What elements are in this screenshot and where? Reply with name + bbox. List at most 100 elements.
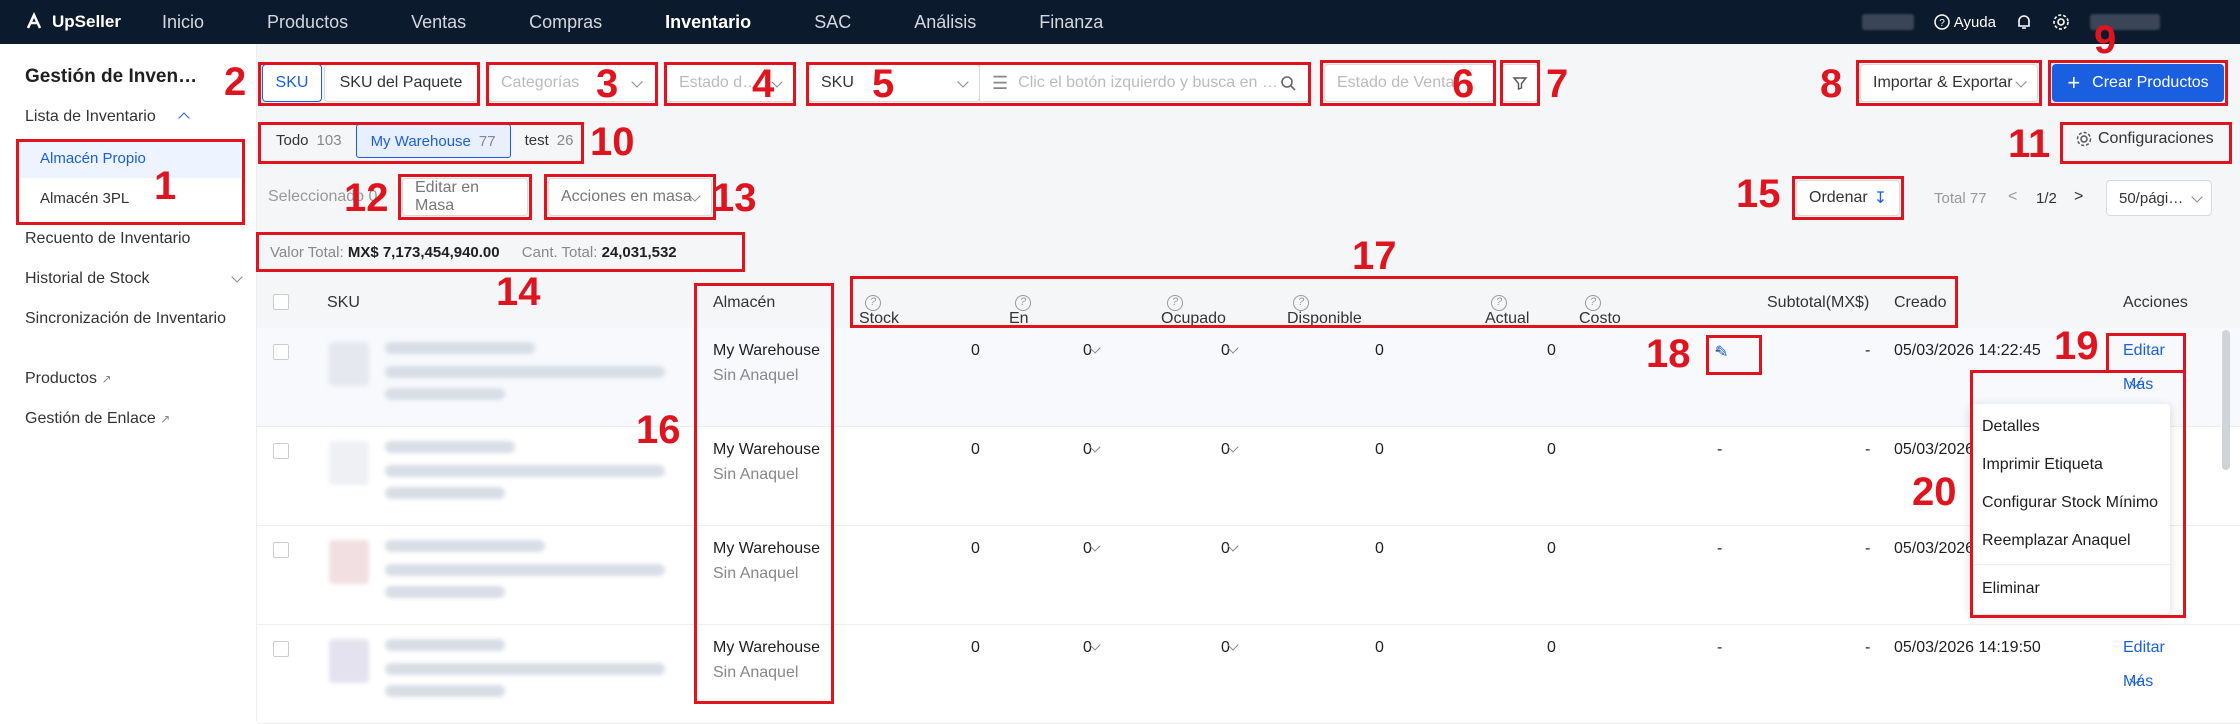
- package-sku-tab[interactable]: SKU del Paquete: [324, 64, 478, 102]
- annotation-number-14: 14: [496, 270, 541, 314]
- help-icon: ?: [1015, 294, 1031, 311]
- row-checkbox[interactable]: [273, 641, 289, 657]
- create-products-button[interactable]: + Crear Productos: [2052, 64, 2224, 102]
- sidebar-item-inventory-list[interactable]: Lista de Inventario: [25, 108, 190, 126]
- search-icon[interactable]: [1280, 75, 1296, 91]
- row-in-transit[interactable]: 0: [1083, 441, 1101, 459]
- per-page-select[interactable]: 50/pági…: [2106, 180, 2212, 216]
- menu-item-details[interactable]: Detalles: [1982, 418, 2040, 436]
- row-warehouse: My Warehouse: [713, 441, 820, 458]
- row-min-stock: 0: [971, 540, 980, 557]
- col-actual-label: Actual: [1485, 310, 1530, 327]
- annotation-number-7: 7: [1546, 62, 1569, 106]
- row-created: 05/03/2026: [1894, 540, 1975, 557]
- row-actual: 0: [1547, 342, 1556, 359]
- nav-analisis[interactable]: Análisis: [914, 12, 976, 33]
- sidebar-item-own-warehouse[interactable]: Almacén Propio: [16, 140, 241, 178]
- blurred-category: [385, 586, 505, 598]
- menu-item-delete[interactable]: Eliminar: [1982, 580, 2040, 598]
- import-export-button[interactable]: Importar & Exportar: [1860, 64, 2038, 102]
- help-icon: ?: [865, 294, 881, 311]
- col-in-transit: En Tránsito?: [1009, 294, 1066, 345]
- tab-todo-label: Todo: [276, 132, 309, 149]
- row-edit-link[interactable]: Editar: [2123, 639, 2165, 657]
- help-link[interactable]: ? Ayuda: [1933, 14, 1996, 31]
- row-subtotal: -: [1865, 639, 1871, 656]
- sidebar-item-stock-history-label: Historial de Stock: [25, 270, 150, 287]
- row-checkbox[interactable]: [273, 344, 289, 360]
- row-checkbox[interactable]: [273, 542, 289, 558]
- row-occupied[interactable]: 0: [1221, 441, 1239, 459]
- blurred-category: [385, 685, 505, 697]
- blurred-category: [385, 388, 505, 400]
- table-header: SKU Almacén Stock Mínimo? En Tránsito? O…: [257, 278, 2240, 345]
- row-created: 05/03/2026 14:19:50: [1894, 639, 2041, 656]
- col-warehouse: Almacén: [713, 294, 776, 311]
- per-page-label: 50/pági…: [2119, 189, 2184, 207]
- menu-item-print-label[interactable]: Imprimir Etiqueta: [1982, 456, 2103, 474]
- sidebar-item-products[interactable]: Productos ↗: [25, 370, 112, 388]
- nav-productos[interactable]: Productos: [267, 12, 348, 33]
- row-occupied[interactable]: 0: [1221, 342, 1239, 360]
- annotation-number-15: 15: [1736, 172, 1781, 216]
- help-icon: ?: [1585, 294, 1601, 311]
- filter-button[interactable]: [1502, 64, 1538, 102]
- configurations-label: Configuraciones: [2098, 130, 2214, 147]
- prev-page-button[interactable]: <: [2008, 188, 2017, 206]
- annotation-number-2: 2: [224, 60, 247, 104]
- gear-icon[interactable]: [2052, 13, 2070, 31]
- table-row: My Warehouse Sin Anaquel 0 0 0 0 0 - - 0…: [257, 526, 2240, 625]
- chevron-down-icon: [2015, 76, 2027, 88]
- row-avg-cost: -: [1717, 639, 1723, 656]
- select-all-checkbox[interactable]: [273, 294, 289, 310]
- total-count: Total 77: [1934, 190, 1987, 207]
- status-placeholder: Estado d…: [679, 74, 759, 91]
- row-occupied[interactable]: 0: [1221, 639, 1239, 657]
- row-warehouse: My Warehouse: [713, 342, 820, 359]
- pencil-icon[interactable]: ✎: [1715, 342, 1728, 362]
- tab-test[interactable]: test 26: [511, 124, 588, 158]
- next-page-button[interactable]: >: [2074, 188, 2083, 206]
- sort-button[interactable]: Ordenar ↧: [1796, 180, 1900, 216]
- row-more-link[interactable]: Más: [2123, 376, 2153, 394]
- tab-todo-count: 103: [316, 132, 342, 149]
- row-available: 0: [1375, 540, 1384, 557]
- bell-icon[interactable]: [2016, 13, 2032, 31]
- sidebar-item-link-management[interactable]: Gestión de Enlace ↗: [25, 410, 170, 428]
- bulk-actions-select[interactable]: Acciones en masa: [548, 178, 712, 216]
- menu-item-min-stock[interactable]: Configurar Stock Mínimo: [1982, 494, 2158, 512]
- row-in-transit[interactable]: 0: [1083, 639, 1101, 657]
- status-select[interactable]: Estado d…: [666, 64, 794, 102]
- sidebar-item-3pl-warehouse[interactable]: Almacén 3PL: [16, 180, 241, 218]
- row-in-transit[interactable]: 0: [1083, 342, 1101, 360]
- row-edit-link[interactable]: Editar: [2123, 342, 2165, 360]
- sidebar-item-stock-history[interactable]: Historial de Stock: [25, 270, 243, 288]
- row-more-link[interactable]: Más: [2123, 673, 2153, 691]
- row-checkbox[interactable]: [273, 443, 289, 459]
- nav-sac[interactable]: SAC: [814, 12, 851, 33]
- sidebar-item-link-management-label: Gestión de Enlace: [25, 410, 156, 427]
- col-available: Disponible?: [1287, 294, 1362, 327]
- table-scrollbar[interactable]: [2222, 330, 2230, 470]
- upseller-logo[interactable]: UpSeller: [0, 12, 130, 32]
- bulk-edit-button[interactable]: Editar en Masa: [402, 178, 528, 216]
- sidebar-item-recount[interactable]: Recuento de Inventario: [25, 230, 190, 248]
- row-in-transit-value: 0: [1083, 342, 1092, 359]
- tab-todo[interactable]: Todo 103: [262, 124, 356, 158]
- sku-tab[interactable]: SKU: [262, 64, 322, 102]
- nav-ventas[interactable]: Ventas: [411, 12, 466, 33]
- sidebar-item-sync[interactable]: Sincronización de Inventario: [25, 310, 226, 328]
- nav-inventario[interactable]: Inventario: [665, 12, 751, 33]
- search-input[interactable]: ☰ Clic el botón izquierdo y busca en …: [979, 64, 1309, 102]
- bulk-actions-label: Acciones en masa: [561, 188, 692, 205]
- categories-select[interactable]: Categorías: [488, 64, 656, 102]
- configurations-button[interactable]: Configuraciones: [2076, 130, 2214, 148]
- row-in-transit[interactable]: 0: [1083, 540, 1101, 558]
- annotation-number-4: 4: [752, 62, 775, 106]
- tab-my-warehouse[interactable]: My Warehouse 77: [355, 124, 511, 158]
- menu-item-replace-shelf[interactable]: Reemplazar Anaquel: [1982, 532, 2131, 550]
- nav-finanza[interactable]: Finanza: [1039, 12, 1103, 33]
- nav-compras[interactable]: Compras: [529, 12, 602, 33]
- row-occupied[interactable]: 0: [1221, 540, 1239, 558]
- nav-inicio[interactable]: Inicio: [162, 12, 204, 33]
